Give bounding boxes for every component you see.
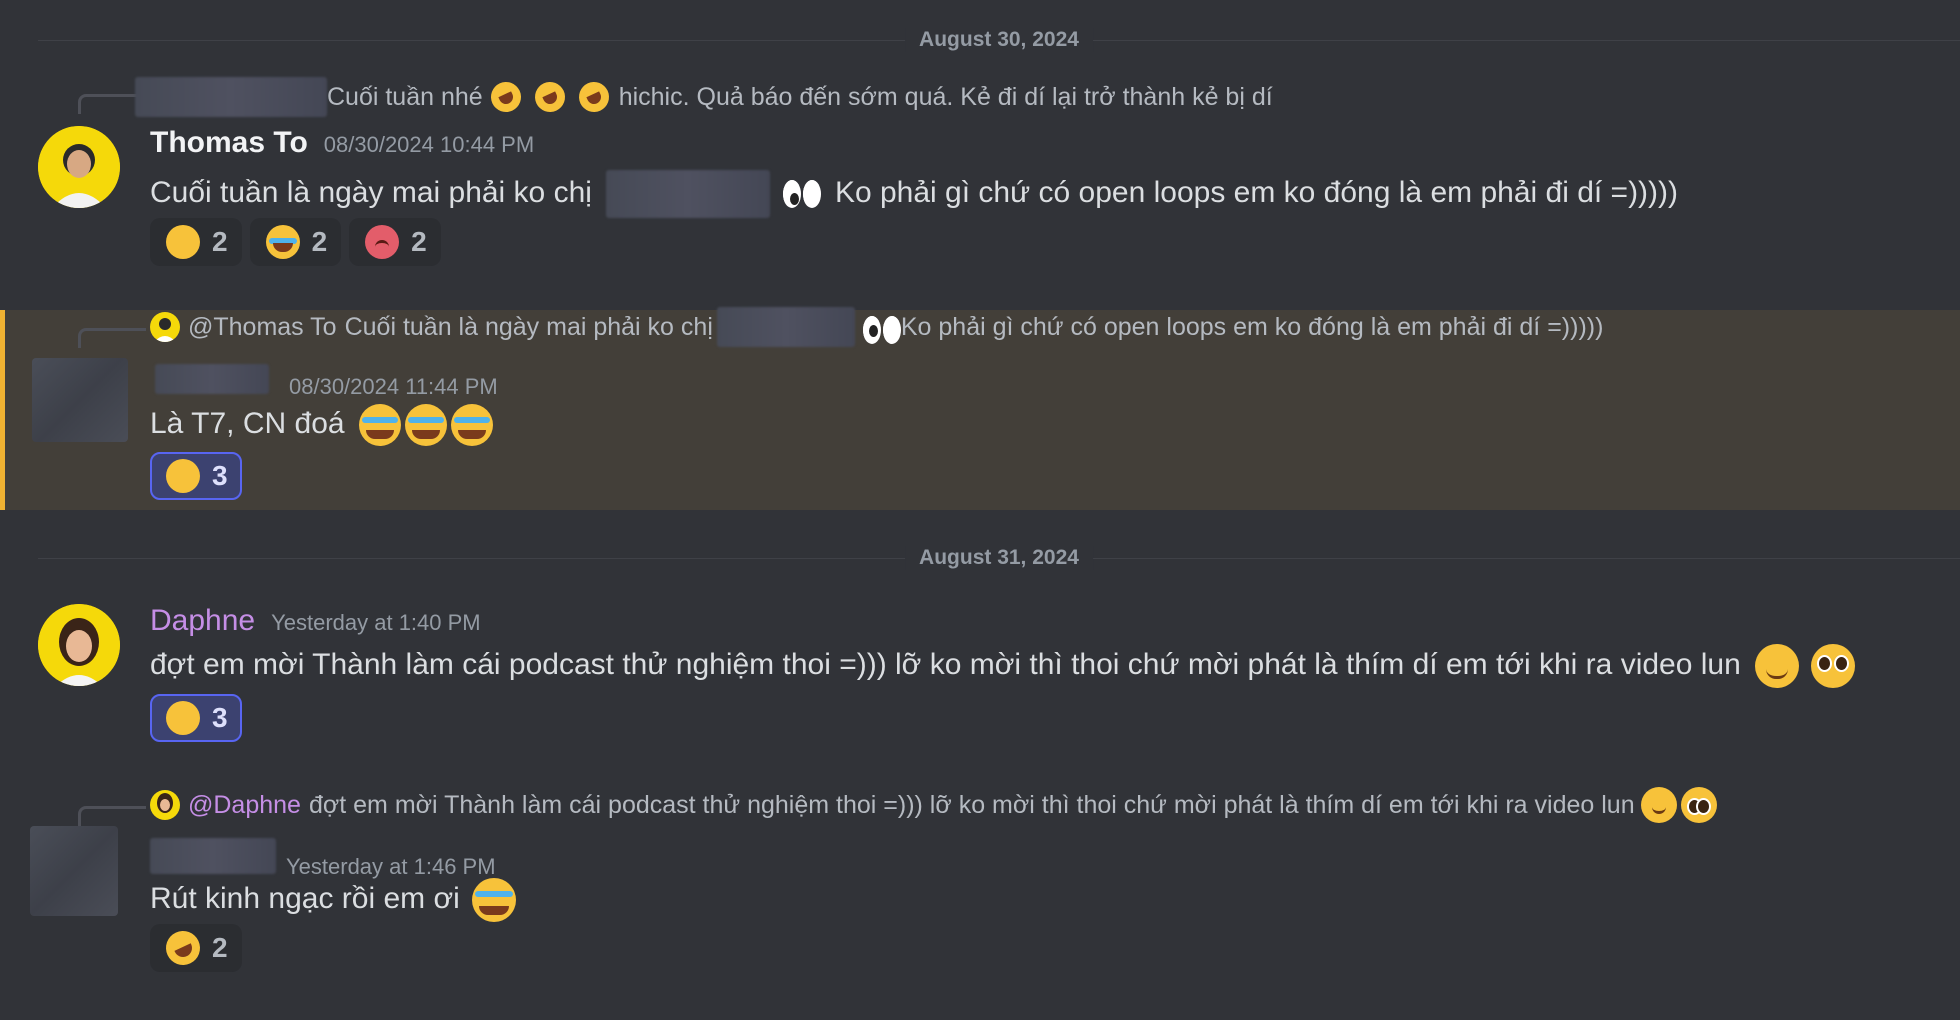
- redacted-name: [135, 77, 327, 117]
- message[interactable]: Cuối tuần nhé hichic. Quả báo đến sớm qu…: [0, 64, 1960, 284]
- message-content: Rút kinh ngạc rồi em ơi: [150, 878, 518, 922]
- rofl-emoji-icon: [529, 77, 570, 117]
- redacted-mention: [716, 307, 855, 347]
- author-name[interactable]: Daphne: [150, 604, 255, 638]
- avatar-image: [38, 126, 120, 208]
- timestamp[interactable]: Yesterday at 1:46 PM: [286, 854, 496, 880]
- message-header: Yesterday at 1:46 PM: [150, 838, 496, 880]
- reactions-bar: 2 2 2: [150, 218, 441, 266]
- date-divider: August 31, 2024: [38, 546, 1960, 570]
- joy-emoji-icon: [166, 701, 200, 735]
- reply-avatar-image: [157, 793, 173, 813]
- reaction-joy[interactable]: 3: [150, 452, 242, 500]
- redacted-mention: [606, 170, 771, 218]
- reaction-sob[interactable]: 2: [249, 218, 342, 266]
- reply-preview[interactable]: @Thomas To Cuối tuần là ngày mai phải ko…: [150, 307, 1604, 347]
- joy-emoji-icon: [166, 459, 200, 493]
- rofl-emoji-icon: [573, 77, 614, 117]
- reply-avatar: [150, 312, 180, 342]
- message-header: Thomas To 08/30/2024 10:44 PM: [150, 126, 534, 160]
- message[interactable]: @Daphne đợt em mời Thành làm cái podcast…: [0, 786, 1960, 986]
- date-divider: August 30, 2024: [38, 28, 1960, 52]
- reply-text: Cuối tuần nhé: [327, 82, 483, 111]
- avatar[interactable]: [38, 604, 120, 686]
- sob-emoji-icon: [404, 404, 447, 447]
- avatar[interactable]: [38, 126, 120, 208]
- message-highlighted[interactable]: @Thomas To Cuối tuần là ngày mai phải ko…: [0, 307, 1960, 510]
- redacted-author: [155, 364, 269, 394]
- eyes-emoji-icon: [781, 175, 825, 213]
- pleading-emoji-icon: [1680, 787, 1717, 823]
- eyes-emoji-icon: [861, 311, 901, 344]
- slight-smile-emoji-icon: [1755, 644, 1800, 688]
- reply-connector: [78, 328, 146, 348]
- message[interactable]: Daphne Yesterday at 1:40 PM đợt em mời T…: [0, 596, 1960, 756]
- message-header: 08/30/2024 11:44 PM: [155, 364, 498, 400]
- reply-avatar: [150, 790, 180, 820]
- message-text: Cuối tuần là ngày mai phải ko chị: [150, 175, 592, 209]
- reply-text: đợt em mời Thành làm cái podcast thử ngh…: [308, 790, 1635, 819]
- reaction-count: 3: [212, 702, 228, 733]
- reply-preview[interactable]: Cuối tuần nhé hichic. Quả báo đến sớm qu…: [135, 77, 1273, 117]
- reaction-rofl[interactable]: 2: [150, 924, 242, 972]
- reply-text-suffix: hichic. Quả báo đến sớm quá. Kẻ đi dí lạ…: [618, 82, 1273, 111]
- reply-text-suffix: Ko phải gì chứ có open loops em ko đóng …: [900, 312, 1604, 341]
- rofl-emoji-icon: [485, 77, 526, 117]
- reply-text: Cuối tuần là ngày mai phải ko chị: [344, 312, 713, 341]
- reaction-joy[interactable]: 3: [150, 694, 242, 742]
- sob-emoji-icon: [450, 404, 493, 447]
- reply-preview[interactable]: @Daphne đợt em mời Thành làm cái podcast…: [150, 787, 1719, 823]
- reactions-bar: 3: [150, 694, 242, 742]
- reaction-count: 2: [411, 226, 427, 257]
- pleading-emoji-icon: [1811, 644, 1856, 688]
- timestamp[interactable]: Yesterday at 1:40 PM: [271, 610, 481, 636]
- reactions-bar: 3: [150, 452, 242, 500]
- sob-emoji-icon: [265, 225, 300, 259]
- message-content: Cuối tuần là ngày mai phải ko chị Ko phả…: [150, 170, 1678, 218]
- message-header: Daphne Yesterday at 1:40 PM: [150, 604, 481, 638]
- reaction-count: 2: [212, 932, 228, 963]
- reply-avatar-image: [154, 318, 176, 342]
- reaction-count: 2: [311, 226, 328, 257]
- message-content: đợt em mời Thành làm cái podcast thử ngh…: [150, 644, 1857, 688]
- date-divider-label: August 31, 2024: [905, 546, 1093, 570]
- avatar[interactable]: [30, 826, 118, 916]
- reactions-bar: 2: [150, 924, 242, 972]
- reaction-count: 3: [212, 460, 228, 491]
- joy-emoji-icon: [166, 225, 200, 259]
- date-divider-label: August 30, 2024: [905, 28, 1093, 52]
- rofl-emoji-icon: [160, 925, 206, 971]
- message-text: Rút kinh ngạc rồi em ơi: [150, 881, 460, 915]
- reaction-count: 2: [212, 226, 228, 257]
- message-text: đợt em mời Thành làm cái podcast thử ngh…: [150, 647, 1741, 681]
- message-text: Là T7, CN đoá: [150, 407, 345, 440]
- reaction-angry[interactable]: 2: [349, 218, 441, 266]
- avatar-image: [38, 604, 120, 686]
- sob-emoji-icon: [472, 878, 517, 922]
- timestamp[interactable]: 08/30/2024 10:44 PM: [324, 132, 534, 158]
- reply-author[interactable]: @Daphne: [188, 791, 301, 820]
- avatar[interactable]: [32, 358, 128, 442]
- timestamp[interactable]: 08/30/2024 11:44 PM: [289, 374, 498, 400]
- reply-connector: [78, 806, 146, 826]
- reply-author[interactable]: @Thomas To: [188, 313, 337, 342]
- redacted-author: [150, 838, 276, 874]
- sob-emoji-icon: [358, 404, 401, 447]
- message-content: Là T7, CN đoá: [150, 404, 495, 447]
- author-name[interactable]: Thomas To: [150, 126, 308, 160]
- slight-smile-emoji-icon: [1640, 787, 1677, 823]
- angry-emoji-icon: [365, 225, 400, 259]
- message-text-continued: Ko phải gì chứ có open loops em ko đóng …: [834, 175, 1679, 209]
- reaction-joy[interactable]: 2: [150, 218, 242, 266]
